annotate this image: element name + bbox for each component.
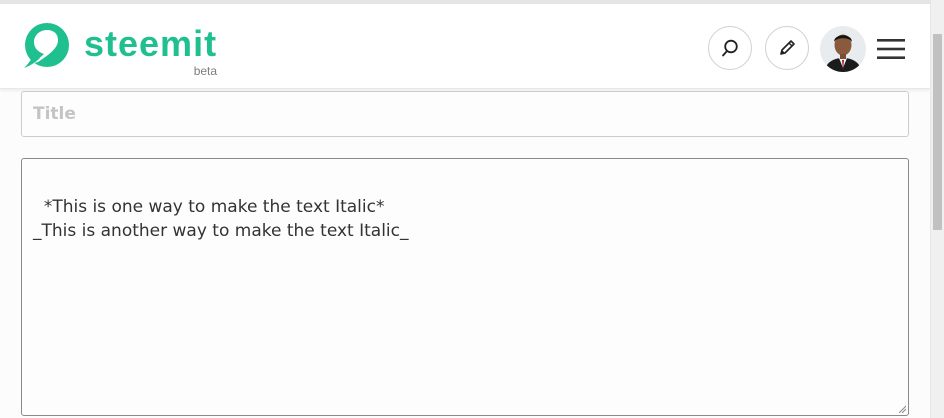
steemit-logo-icon (24, 23, 69, 68)
search-button[interactable] (708, 26, 752, 70)
search-icon (722, 39, 738, 57)
avatar-icon (820, 26, 866, 72)
hamburger-menu-icon[interactable] (877, 38, 905, 60)
logo-wordmark: steemit beta (84, 23, 218, 79)
site-header: steemit beta (0, 4, 930, 89)
title-input[interactable] (21, 91, 909, 137)
page-scrollbar[interactable] (930, 0, 944, 418)
user-avatar[interactable] (820, 26, 866, 72)
compose-button[interactable] (765, 26, 809, 70)
resize-grip-icon[interactable] (898, 405, 906, 413)
body-text: *This is one way to make the text Italic… (33, 197, 409, 241)
steemit-logo[interactable]: steemit beta (20, 20, 218, 79)
scrollbar-thumb[interactable] (933, 34, 942, 230)
pencil-icon (780, 40, 795, 55)
body-editor[interactable]: *This is one way to make the text Italic… (21, 158, 909, 416)
logo-text: steemit (84, 23, 218, 64)
beta-badge: beta (193, 64, 218, 78)
